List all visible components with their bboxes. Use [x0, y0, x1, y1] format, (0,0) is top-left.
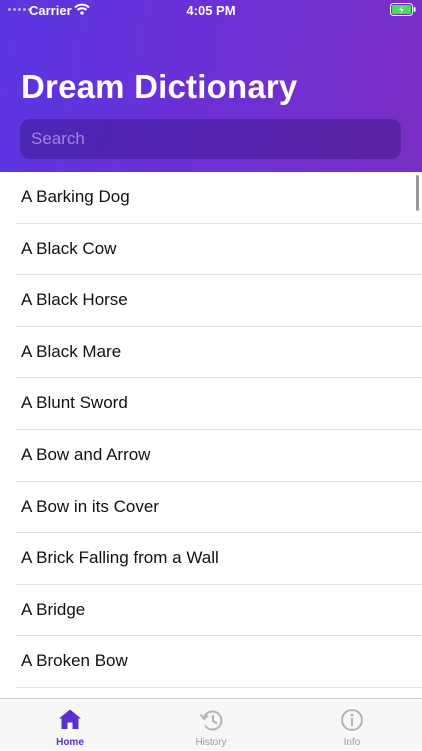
tab-bar: Home History Info — [0, 698, 422, 750]
info-icon — [341, 709, 363, 731]
list-item-label: A Broken Bow — [21, 651, 128, 671]
list-item-label: A Bow and Arrow — [21, 444, 151, 464]
list-item[interactable]: A Broken Bow — [16, 636, 422, 688]
list-item[interactable]: A Barking Dog — [16, 172, 422, 224]
clock: 4:05 PM — [186, 3, 236, 18]
search-input[interactable] — [20, 119, 401, 159]
list-item-label: A Black Horse — [21, 290, 128, 310]
tab-info-label: Info — [343, 737, 361, 748]
list-item[interactable]: A Black Horse — [16, 275, 422, 327]
list-item-label: A Brick Falling from a Wall — [21, 548, 219, 568]
tab-history-label: History — [195, 737, 227, 748]
scroll-indicator[interactable] — [416, 175, 419, 211]
tab-info[interactable]: Info — [282, 699, 422, 751]
list-item[interactable]: A Brick Falling from a Wall — [16, 533, 422, 585]
list-item[interactable]: A Black Mare — [16, 327, 422, 379]
list-item-label: A Barking Dog — [21, 187, 130, 206]
list-item-label: A Bridge — [21, 599, 86, 619]
status-bar: Carrier 4:05 PM — [0, 0, 422, 22]
tab-history[interactable]: History — [141, 699, 281, 751]
page-title: Dream Dictionary — [21, 68, 298, 105]
list-item-label: A Black Cow — [21, 238, 117, 258]
list-item[interactable]: A Bow in its Cover — [16, 482, 422, 534]
list-item[interactable]: A Black Cow — [16, 224, 422, 276]
battery-icon — [390, 3, 416, 19]
list-item[interactable]: A Bow and Arrow — [16, 430, 422, 482]
dream-list: A Barking Dog A Black Cow A Black Horse … — [0, 172, 422, 698]
list-item[interactable]: A Blunt Sword — [16, 378, 422, 430]
list-item-label: A Blunt Sword — [21, 393, 128, 413]
list-item-label: A Black Mare — [21, 341, 122, 361]
tab-home[interactable]: Home — [0, 699, 140, 751]
header: Carrier 4:05 PM Dream Dictionary — [0, 0, 422, 172]
list-item[interactable]: A Bridge — [16, 585, 422, 637]
home-icon — [59, 709, 81, 729]
list-item-label: A Bow in its Cover — [21, 496, 159, 516]
tab-home-label: Home — [56, 737, 84, 748]
history-icon — [199, 710, 223, 731]
